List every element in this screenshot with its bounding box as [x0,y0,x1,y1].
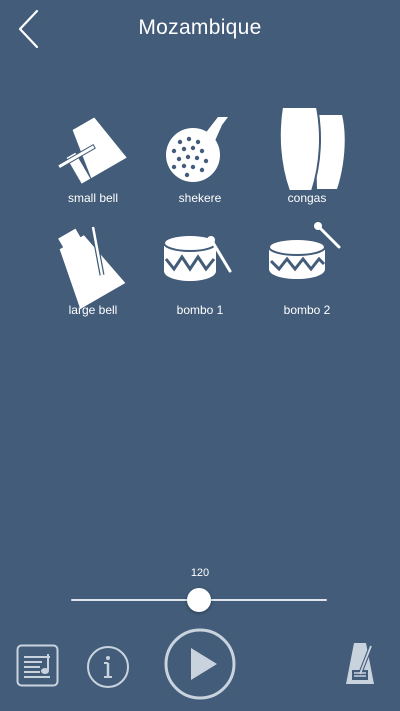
congas-icon [278,105,345,192]
instrument-label: congas [287,191,327,205]
tempo-value: 120 [190,567,210,579]
slider-thumb[interactable] [187,588,211,612]
instrument-label: bombo 1 [176,303,224,317]
info-button[interactable] [86,645,130,689]
instrument-small-bell[interactable]: small bell [43,105,143,217]
page-title: Mozambique [138,16,262,39]
instrument-bombo-1[interactable]: bombo 1 [150,217,250,329]
play-button[interactable] [164,628,236,700]
info-icon [87,646,129,688]
metronome-icon [346,643,374,684]
instrument-large-bell[interactable]: large bell [43,217,143,329]
play-icon [164,628,236,700]
instrument-label: bombo 2 [283,303,331,317]
small-bell-icon [57,117,127,184]
shekere-icon [166,117,228,182]
instrument-congas[interactable]: congas [257,105,357,217]
score-button[interactable] [16,644,60,688]
instrument-label: small bell [67,191,118,205]
instrument-label: shekere [178,191,222,205]
large-bell-icon [58,226,126,309]
tempo-slider[interactable] [71,588,327,612]
bombo-drum-icon [163,234,232,281]
header: Mozambique [0,0,400,58]
bombo-drum-icon [268,222,341,279]
score-sheet-icon [16,644,59,687]
instrument-shekere[interactable]: shekere [150,105,250,217]
metronome-button[interactable] [340,640,380,688]
instrument-label: large bell [68,303,118,317]
instrument-bombo-2[interactable]: bombo 2 [257,217,357,329]
